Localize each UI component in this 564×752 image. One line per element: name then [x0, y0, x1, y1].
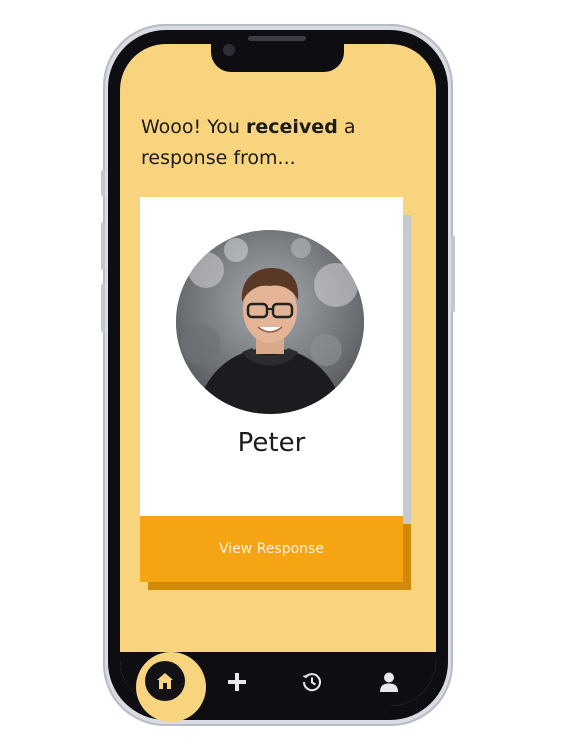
user-icon: [380, 672, 398, 692]
responder-name: Peter: [237, 428, 306, 458]
nav-home-button[interactable]: [145, 661, 185, 701]
front-camera: [223, 44, 235, 56]
headline: Wooo! You received a response from...: [141, 112, 411, 174]
nav-profile-button[interactable]: [371, 664, 407, 700]
volume-up-button: [101, 222, 105, 270]
avatar: [176, 230, 364, 414]
history-icon: [302, 673, 321, 692]
silent-switch: [101, 170, 105, 196]
volume-down-button: [101, 284, 105, 332]
headline-emphasis: received: [246, 116, 338, 138]
headline-prefix: Wooo! You: [141, 116, 246, 138]
plus-icon: [228, 673, 246, 691]
home-icon: [157, 673, 173, 689]
speaker-grille: [248, 36, 306, 41]
power-button: [451, 236, 455, 312]
avatar-photo: [176, 230, 364, 414]
nav-add-button[interactable]: [219, 664, 255, 700]
view-response-button[interactable]: View Response: [140, 516, 403, 582]
nav-history-button[interactable]: [294, 664, 330, 700]
